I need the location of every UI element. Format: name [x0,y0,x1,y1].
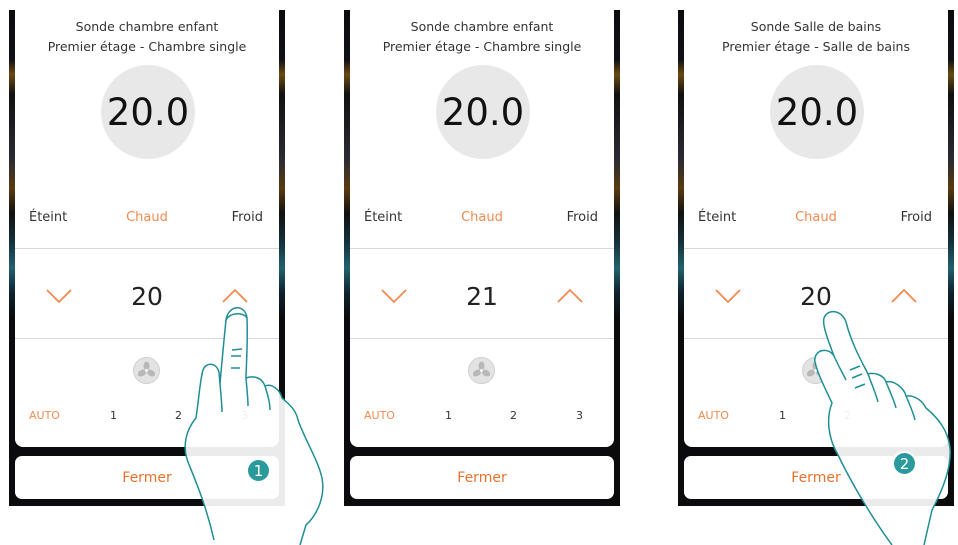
speed-2-button[interactable]: 2 [175,409,182,422]
divider [684,338,948,339]
step-badge-1: 1 [246,458,271,483]
divider [684,248,948,249]
speed-2-button[interactable]: 2 [844,409,851,422]
probe-location: Premier étage - Chambre single [47,39,247,54]
temperature-display: 20.0 [436,65,530,159]
speed-2-button[interactable]: 2 [510,409,517,422]
probe-location: Premier étage - Chambre single [382,39,582,54]
mode-cold-button[interactable]: Froid [567,210,598,225]
thermostat-card: Sonde Salle de bains Premier étage - Sal… [684,10,948,447]
chevron-up-icon[interactable] [556,288,584,304]
thermostat-panel-3: Sonde Salle de bains Premier étage - Sal… [678,10,954,506]
close-button[interactable]: Fermer [15,456,279,499]
speed-auto-button[interactable]: AUTO [698,409,729,422]
fan-icon [133,357,160,384]
divider [350,338,614,339]
fan-icon [468,357,495,384]
thermostat-card: Sonde chambre enfant Premier étage - Cha… [350,10,614,447]
probe-name: Sonde Salle de bains [750,19,882,34]
speed-1-button[interactable]: 1 [445,409,452,422]
speed-auto-button[interactable]: AUTO [364,409,395,422]
probe-location: Premier étage - Salle de bains [722,39,910,54]
speed-1-button[interactable]: 1 [110,409,117,422]
divider [15,248,279,249]
close-button[interactable]: Fermer [350,456,614,499]
mode-cold-button[interactable]: Froid [232,210,263,225]
step-badge-2: 2 [892,451,917,476]
probe-name: Sonde chambre enfant [410,19,554,34]
speed-auto-button[interactable]: AUTO [29,409,60,422]
chevron-up-icon[interactable] [890,288,918,304]
speed-3-button[interactable]: 3 [241,409,248,422]
speed-3-button[interactable]: 3 [576,409,583,422]
temperature-display: 20.0 [101,65,195,159]
speed-3-button[interactable]: 3 [910,409,917,422]
fan-speed-selector: AUTO 1 2 3 [350,409,614,423]
fan-icon [802,357,829,384]
thermostat-panel-1: Sonde chambre enfant Premier étage - Cha… [9,10,285,506]
mode-selector: Éteint Chaud Froid [15,210,279,228]
speed-1-button[interactable]: 1 [779,409,786,422]
mode-selector: Éteint Chaud Froid [350,210,614,228]
mode-selector: Éteint Chaud Froid [684,210,948,228]
fan-speed-selector: AUTO 1 2 3 [684,409,948,423]
divider [350,248,614,249]
chevron-up-icon[interactable] [221,288,249,304]
thermostat-card: Sonde chambre enfant Premier étage - Cha… [15,10,279,447]
mode-cold-button[interactable]: Froid [901,210,932,225]
divider [15,338,279,339]
temperature-display: 20.0 [770,65,864,159]
probe-name: Sonde chambre enfant [75,19,219,34]
fan-speed-selector: AUTO 1 2 3 [15,409,279,423]
thermostat-panel-2: Sonde chambre enfant Premier étage - Cha… [344,10,620,506]
